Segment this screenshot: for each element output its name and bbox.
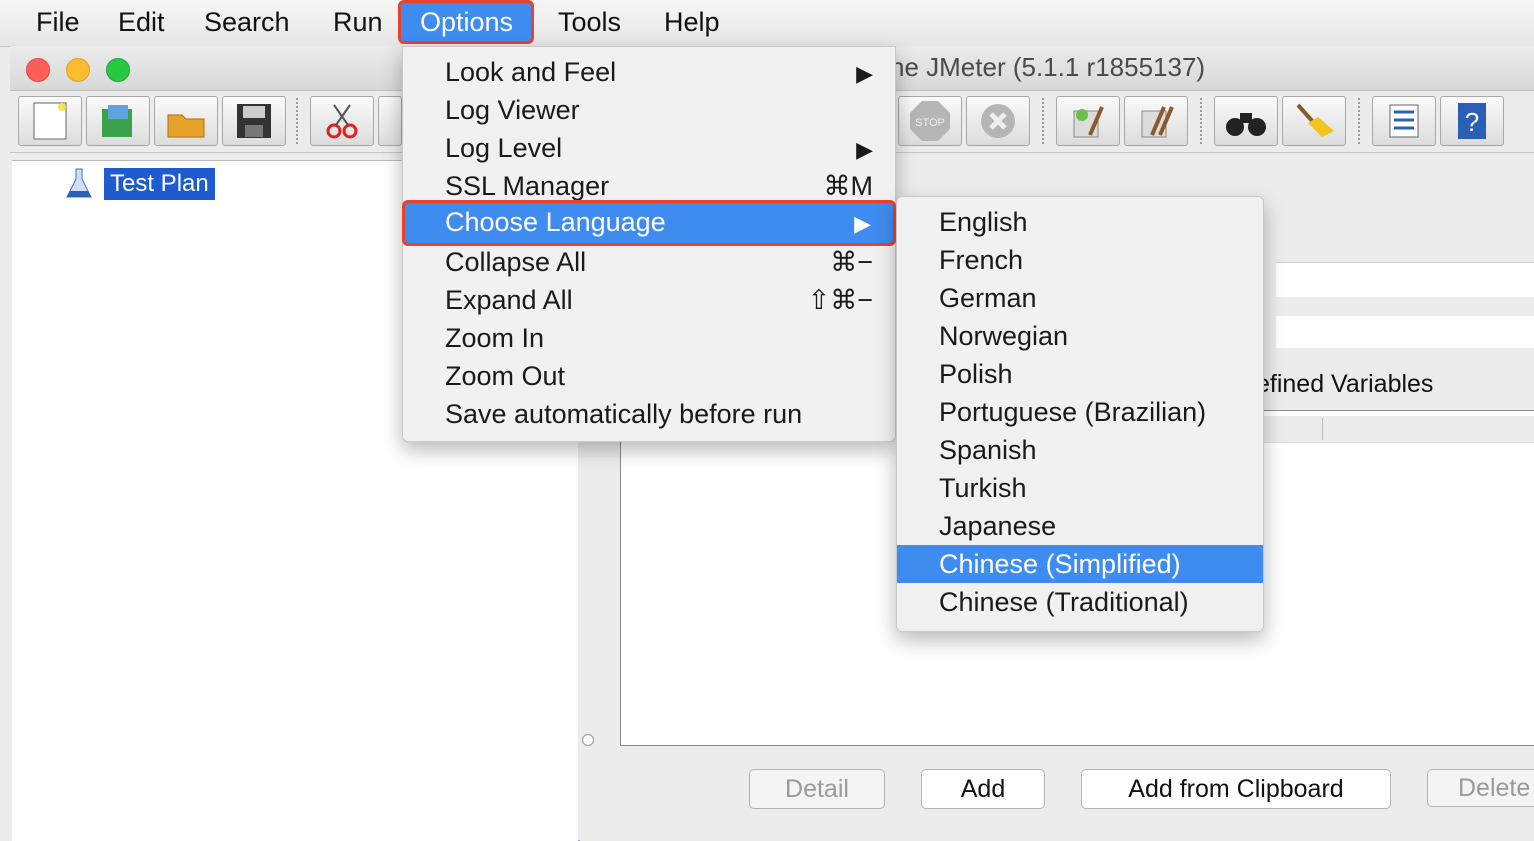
shortcut-label: ⌘− bbox=[830, 247, 873, 277]
language-chinese-simplified[interactable]: Chinese (Simplified) bbox=[897, 545, 1263, 583]
menu-options[interactable]: Options bbox=[398, 0, 535, 44]
toolbar-separator bbox=[296, 98, 300, 144]
comments-field[interactable] bbox=[1276, 316, 1534, 348]
help-button[interactable]: ? bbox=[1440, 96, 1504, 146]
save-icon bbox=[237, 104, 271, 138]
tree-node-label[interactable]: Test Plan bbox=[104, 168, 215, 200]
binoculars-icon bbox=[1226, 113, 1266, 136]
svg-text:?: ? bbox=[1465, 107, 1479, 137]
language-english[interactable]: English bbox=[897, 203, 1263, 241]
new-document-icon bbox=[33, 102, 67, 140]
open-folder-icon bbox=[167, 114, 205, 138]
menu-item-log-level[interactable]: Log Level ▶ bbox=[403, 129, 895, 167]
toolbar-separator bbox=[1042, 98, 1046, 144]
column-separator[interactable] bbox=[1322, 418, 1323, 440]
minimize-window-button[interactable] bbox=[66, 58, 90, 82]
language-chinese-traditional[interactable]: Chinese (Traditional) bbox=[897, 583, 1263, 621]
search-button[interactable] bbox=[1214, 96, 1278, 146]
menu-file[interactable]: File bbox=[36, 0, 80, 44]
broom-icon bbox=[1296, 103, 1334, 137]
cut-button[interactable] bbox=[310, 96, 374, 146]
language-submenu: English French German Norwegian Polish P… bbox=[896, 196, 1264, 632]
stop-button[interactable]: STOP bbox=[898, 96, 962, 146]
language-norwegian[interactable]: Norwegian bbox=[897, 317, 1263, 355]
menu-run[interactable]: Run bbox=[333, 0, 383, 44]
clear-all-button[interactable] bbox=[1124, 96, 1188, 146]
submenu-arrow-icon: ▶ bbox=[856, 137, 873, 162]
clear-all-icon bbox=[1141, 106, 1174, 138]
clear-button[interactable] bbox=[1056, 96, 1120, 146]
list-icon bbox=[1389, 104, 1419, 138]
menu-item-zoom-in[interactable]: Zoom In bbox=[403, 319, 895, 357]
menu-item-zoom-out[interactable]: Zoom Out bbox=[403, 357, 895, 395]
language-japanese[interactable]: Japanese bbox=[897, 507, 1263, 545]
menu-tools[interactable]: Tools bbox=[558, 0, 621, 44]
close-window-button[interactable] bbox=[26, 58, 50, 82]
zoom-window-button[interactable] bbox=[106, 58, 130, 82]
new-button[interactable] bbox=[18, 96, 82, 146]
submenu-arrow-icon: ▶ bbox=[856, 61, 873, 86]
language-spanish[interactable]: Spanish bbox=[897, 431, 1263, 469]
submenu-arrow-icon: ▶ bbox=[854, 211, 871, 236]
menu-item-expand-all[interactable]: Expand All ⇧⌘− bbox=[403, 281, 895, 319]
save-button[interactable] bbox=[222, 96, 286, 146]
add-from-clipboard-button[interactable]: Add from Clipboard bbox=[1081, 769, 1391, 809]
name-field[interactable] bbox=[1276, 262, 1534, 297]
add-button[interactable]: Add bbox=[921, 769, 1045, 809]
menu-item-choose-language[interactable]: Choose Language ▶ bbox=[402, 200, 896, 246]
menu-item-log-viewer[interactable]: Log Viewer bbox=[403, 91, 895, 129]
stop-icon: STOP bbox=[910, 101, 950, 141]
options-menu: Look and Feel ▶ Log Viewer Log Level ▶ S… bbox=[402, 46, 896, 442]
menu-help[interactable]: Help bbox=[664, 0, 720, 44]
menu-search[interactable]: Search bbox=[204, 0, 290, 44]
scissors-icon bbox=[326, 104, 358, 139]
clear-icon bbox=[1073, 106, 1104, 138]
toolbar-separator bbox=[1200, 98, 1204, 144]
toolbar-separator bbox=[1358, 98, 1362, 144]
function-helper-button[interactable] bbox=[1372, 96, 1436, 146]
menu-edit[interactable]: Edit bbox=[118, 0, 165, 44]
menu-item-collapse-all[interactable]: Collapse All ⌘− bbox=[403, 243, 895, 281]
shutdown-icon bbox=[981, 104, 1015, 138]
menu-item-look-and-feel[interactable]: Look and Feel ▶ bbox=[403, 53, 895, 91]
delete-button[interactable]: Delete bbox=[1427, 769, 1534, 807]
language-french[interactable]: French bbox=[897, 241, 1263, 279]
templates-icon bbox=[102, 105, 132, 137]
divider-handle[interactable] bbox=[582, 734, 594, 746]
language-german[interactable]: German bbox=[897, 279, 1263, 317]
detail-button[interactable]: Detail bbox=[749, 769, 885, 809]
svg-text:STOP: STOP bbox=[915, 117, 945, 129]
language-polish[interactable]: Polish bbox=[897, 355, 1263, 393]
menu-item-save-automatically[interactable]: Save automatically before run bbox=[403, 395, 895, 433]
window-title: he JMeter (5.1.1 r1855137) bbox=[890, 52, 1206, 82]
flask-icon bbox=[66, 168, 92, 198]
copy-button[interactable] bbox=[378, 96, 402, 146]
help-icon: ? bbox=[1458, 103, 1486, 139]
tree-node-test-plan[interactable]: Test Plan bbox=[64, 167, 215, 201]
templates-button[interactable] bbox=[86, 96, 150, 146]
shortcut-label: ⇧⌘− bbox=[807, 285, 873, 315]
language-turkish[interactable]: Turkish bbox=[897, 469, 1263, 507]
user-defined-variables-label: efined Variables bbox=[1256, 370, 1434, 398]
shortcut-label: ⌘M bbox=[823, 171, 874, 201]
table-header bbox=[1256, 416, 1534, 443]
language-portuguese-brazilian[interactable]: Portuguese (Brazilian) bbox=[897, 393, 1263, 431]
open-button[interactable] bbox=[154, 96, 218, 146]
menu-bar: File Edit Search Run Options Tools Help bbox=[0, 0, 1534, 47]
reset-search-button[interactable] bbox=[1282, 96, 1346, 146]
shutdown-button[interactable] bbox=[966, 96, 1030, 146]
